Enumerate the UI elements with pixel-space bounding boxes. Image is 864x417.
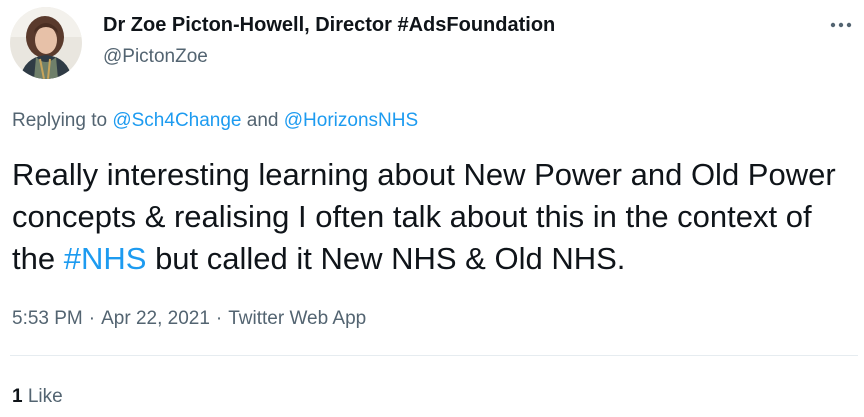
divider [10,355,858,356]
tweet-date-link[interactable]: Apr 22, 2021 [101,308,210,329]
tweet-metadata: 5:53 PM · Apr 22, 2021 · Twitter Web App [12,308,366,330]
more-horizontal-icon [830,22,852,28]
replying-to-label: Replying to [12,110,108,131]
tweet-card: Dr Zoe Picton-Howell, Director #AdsFound… [0,0,864,417]
tweet-time-link[interactable]: 5:53 PM [12,308,83,329]
meta-separator: · [215,308,223,329]
mention-link[interactable]: @HorizonsNHS [284,110,418,131]
tweet-text: Really interesting learning about New Po… [12,154,862,280]
like-count: 1 [12,386,23,407]
author-handle[interactable]: @PictonZoe [103,46,208,68]
profile-photo [10,7,82,79]
tweet-text-part: but called it New NHS & Old NHS. [155,241,626,276]
like-label: Like [27,386,63,407]
likes-stat[interactable]: 1 Like [12,386,63,408]
replying-to-line: Replying to @Sch4Change and @HorizonsNHS [12,110,418,132]
meta-separator: · [88,308,96,329]
mention-link[interactable]: @Sch4Change [112,110,241,131]
more-options-button[interactable] [826,10,856,40]
author-display-name[interactable]: Dr Zoe Picton-Howell, Director #AdsFound… [103,14,555,37]
replying-conjunction: and [246,110,279,131]
tweet-source-link[interactable]: Twitter Web App [228,308,366,329]
hashtag-link[interactable]: #NHS [64,241,147,276]
avatar[interactable] [10,7,82,79]
